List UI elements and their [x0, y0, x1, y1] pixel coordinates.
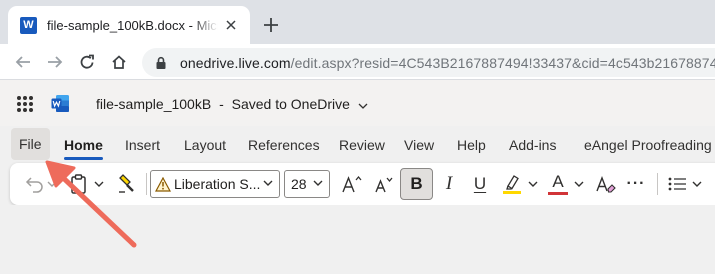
browser-tab[interactable]: W file-sample_100kB.docx - Microsoft Wor…: [8, 6, 250, 44]
save-status: Saved to OneDrive: [231, 96, 350, 112]
document-name: file-sample_100kB: [96, 96, 212, 112]
title-separator: -: [219, 96, 224, 112]
back-arrow-icon[interactable]: [13, 52, 33, 72]
bullets-list-icon[interactable]: [664, 163, 690, 205]
tab-references[interactable]: References: [248, 126, 320, 162]
font-name-dropdown[interactable]: Liberation S...: [150, 170, 280, 198]
undo-chevron-down-icon[interactable]: [45, 163, 59, 205]
tab-view[interactable]: View: [404, 126, 434, 162]
font-name-value: Liberation S...: [174, 176, 261, 192]
highlight-chevron-down-icon[interactable]: [526, 163, 540, 205]
font-size-value: 28: [291, 176, 307, 192]
tab-insert[interactable]: Insert: [125, 126, 160, 162]
document-canvas-area: [0, 205, 715, 274]
new-tab-button[interactable]: [260, 14, 282, 36]
tab-eangel-proofreading[interactable]: eAngel Proofreading: [584, 126, 712, 162]
chevron-down-icon: [263, 180, 273, 187]
home-icon[interactable]: [109, 52, 129, 72]
tab-home[interactable]: Home: [64, 126, 103, 162]
tab-help[interactable]: Help: [457, 126, 486, 162]
divider: [146, 173, 147, 195]
divider: [657, 173, 658, 195]
tab-title: file-sample_100kB.docx - Microsoft Word …: [47, 17, 218, 33]
font-color-swatch: [548, 192, 568, 195]
format-painter-icon[interactable]: [114, 163, 140, 205]
shrink-font-icon[interactable]: [370, 163, 396, 205]
lock-icon: [154, 56, 168, 70]
italic-button[interactable]: I: [436, 163, 462, 205]
tab-review[interactable]: Review: [339, 126, 385, 162]
warning-triangle-icon: [155, 176, 171, 192]
word-logo-icon[interactable]: [51, 94, 70, 113]
app-launcher-icon[interactable]: [17, 96, 33, 112]
reload-icon[interactable]: [77, 52, 97, 72]
tab-file[interactable]: File: [11, 128, 50, 160]
more-options-icon[interactable]: ···: [622, 163, 650, 205]
tab-add-ins[interactable]: Add-ins: [509, 126, 556, 162]
underline-button[interactable]: U: [466, 163, 494, 205]
bold-button[interactable]: B: [400, 168, 433, 200]
highlighter-icon[interactable]: [498, 163, 526, 205]
forward-arrow-icon[interactable]: [45, 52, 65, 72]
font-color-button[interactable]: A: [544, 163, 572, 205]
grow-font-icon[interactable]: [338, 163, 366, 205]
command-bar: Liberation S... 28 B I U A ···: [10, 163, 715, 205]
browser-tab-strip: W file-sample_100kB.docx - Microsoft Wor…: [0, 0, 715, 44]
bullets-chevron-down-icon[interactable]: [690, 163, 704, 205]
url-path: /edit.aspx?resid=4C543B2167887494!33437&…: [290, 54, 715, 71]
word-app-header: file-sample_100kB - Saved to OneDrive: [0, 80, 715, 126]
clear-formatting-icon[interactable]: [592, 163, 620, 205]
font-size-dropdown[interactable]: 28: [284, 170, 330, 198]
chevron-down-icon: [313, 180, 323, 187]
address-bar[interactable]: onedrive.live.com/edit.aspx?resid=4C543B…: [142, 48, 715, 77]
word-favicon-icon: W: [20, 16, 37, 34]
browser-toolbar: onedrive.live.com/edit.aspx?resid=4C543B…: [0, 44, 715, 80]
close-icon[interactable]: [222, 16, 240, 34]
tab-layout[interactable]: Layout: [184, 126, 226, 162]
url-host: onedrive.live.com: [180, 54, 291, 71]
chevron-down-icon: [358, 97, 368, 113]
font-color-letter: A: [552, 172, 564, 191]
ribbon-tabs: File Home Insert Layout References Revie…: [0, 126, 715, 162]
url-text: onedrive.live.com/edit.aspx?resid=4C543B…: [180, 55, 715, 71]
paste-clipboard-icon[interactable]: [66, 163, 92, 205]
document-title[interactable]: file-sample_100kB - Saved to OneDrive: [96, 96, 368, 113]
paste-chevron-down-icon[interactable]: [92, 163, 106, 205]
font-color-chevron-down-icon[interactable]: [572, 163, 586, 205]
